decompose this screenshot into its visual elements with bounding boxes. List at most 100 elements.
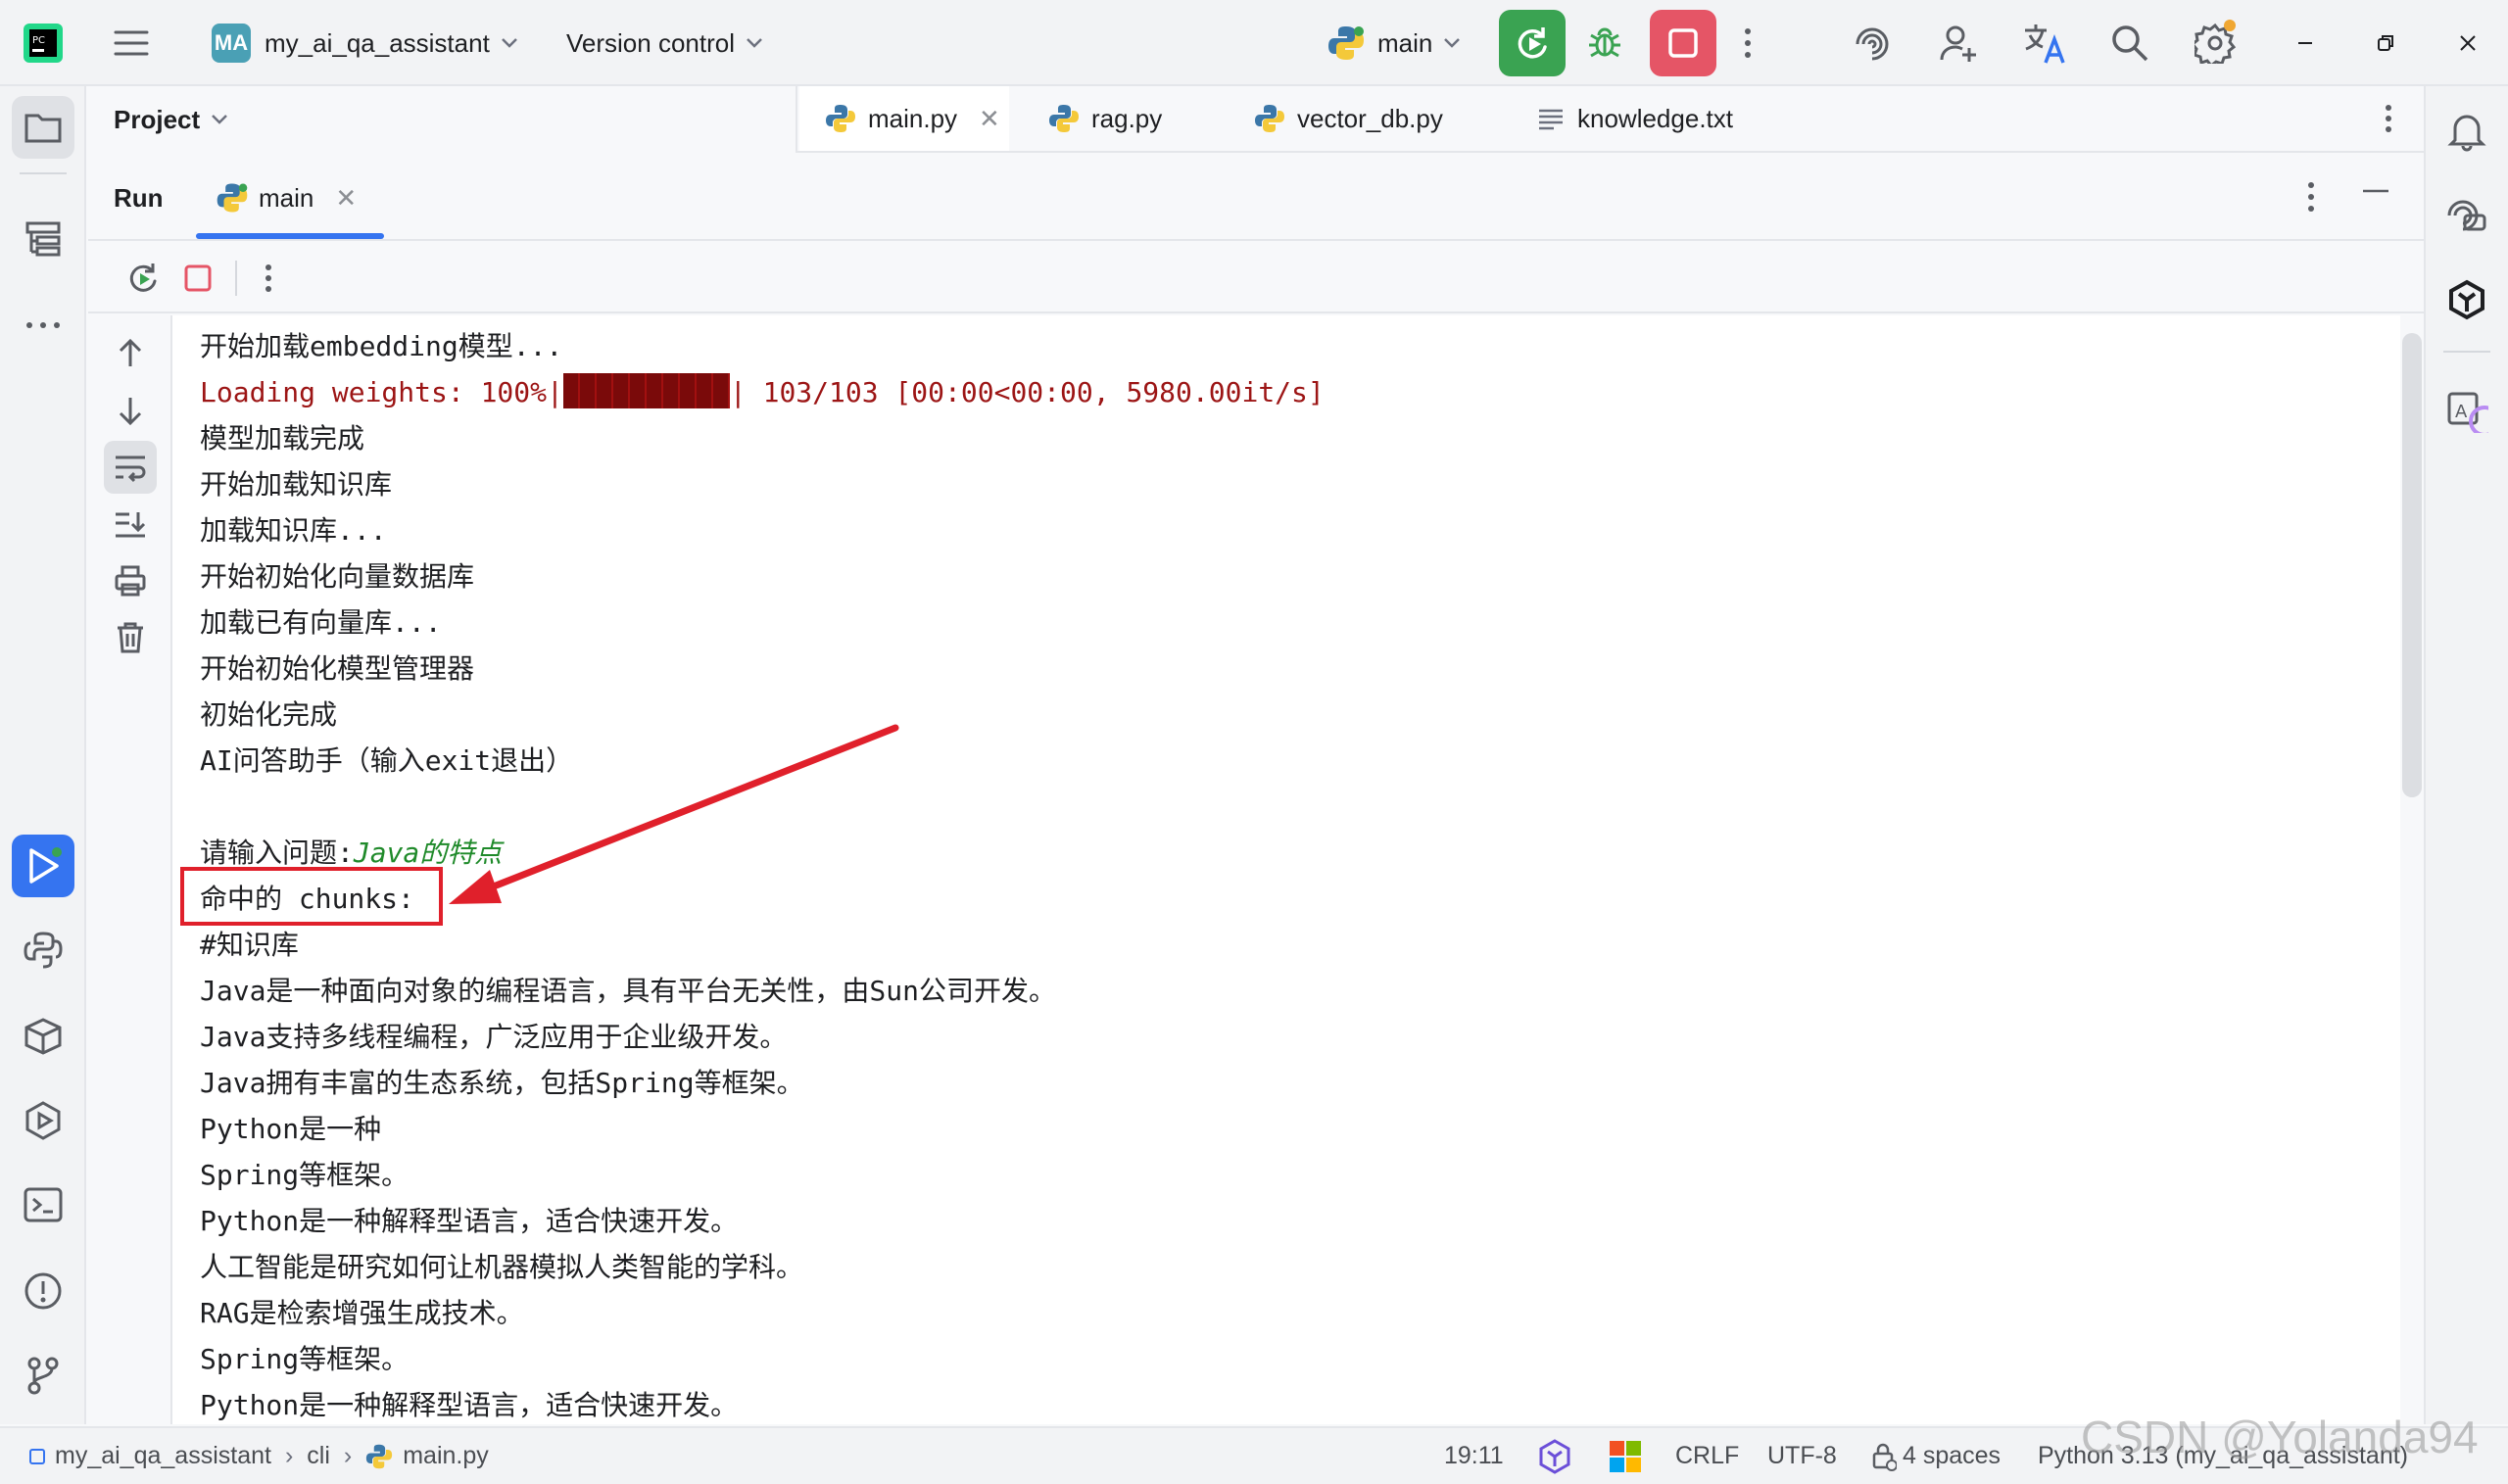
svg-text:A: A	[2455, 402, 2468, 422]
console-line: 模型加载完成	[200, 422, 365, 455]
breadcrumb: my_ai_qa_assistant › cli › main.py	[29, 1428, 489, 1484]
text-file-icon	[1536, 104, 1566, 133]
console-line: 初始化完成	[200, 698, 338, 731]
terminal-icon[interactable]	[12, 1173, 74, 1236]
more-run-actions-icon[interactable]	[241, 251, 296, 306]
python-console-icon[interactable]	[12, 919, 74, 981]
console-line: 开始加载知识库	[200, 468, 393, 501]
breadcrumb-folder[interactable]: cli	[307, 1442, 330, 1470]
python-file-icon	[1254, 103, 1285, 134]
minimize-icon[interactable]	[2291, 0, 2320, 86]
project-tool-icon[interactable]	[12, 96, 74, 159]
close-window-icon[interactable]	[2453, 0, 2483, 86]
console-line: Python是一种解释型语言，适合快速开发。	[200, 1205, 739, 1237]
run-tab-main[interactable]: main ✕	[196, 155, 384, 241]
tab-actions-icon[interactable]	[2369, 86, 2408, 151]
print-icon[interactable]	[104, 554, 157, 607]
rerun-button-wrapper	[1499, 0, 1566, 86]
python-icon	[216, 181, 249, 215]
chevron-down-icon	[210, 113, 229, 126]
git-icon[interactable]	[12, 1344, 74, 1407]
console-line: 开始初始化向量数据库	[200, 560, 475, 593]
editor-tab-label: knowledge.txt	[1577, 103, 1733, 133]
breadcrumb-file[interactable]: main.py	[403, 1442, 489, 1470]
editor-tab-label: vector_db.py	[1297, 103, 1443, 133]
plugin-logo-icon[interactable]	[2436, 268, 2498, 331]
console-line: Spring等框架。	[200, 1159, 410, 1191]
file-encoding[interactable]: UTF-8	[1767, 1428, 1837, 1484]
console-line: Spring等框架。	[200, 1343, 410, 1375]
python-file-icon	[825, 103, 856, 134]
main-menu-icon[interactable]	[112, 0, 151, 86]
console-line: Python是一种	[200, 1113, 382, 1145]
soft-wrap-icon[interactable]	[104, 441, 157, 494]
more-actions-icon[interactable]	[1742, 0, 1754, 86]
version-control-menu[interactable]: Version control	[566, 0, 764, 86]
services-icon[interactable]	[12, 1089, 74, 1152]
user-input-text: Java的特点	[353, 837, 503, 869]
run-config-selector[interactable]: main	[1326, 0, 1462, 86]
editor-tab-vector-db-py[interactable]: vector_db.py	[1254, 86, 1443, 151]
console-line: 加载知识库...	[200, 514, 387, 547]
rerun-icon[interactable]	[116, 251, 170, 306]
line-separator[interactable]: CRLF	[1675, 1428, 1739, 1484]
console-scrollbar[interactable]	[2402, 333, 2422, 797]
input-prompt: 请输入问题:	[200, 837, 354, 869]
debug-icon[interactable]	[1585, 0, 1624, 86]
arrow-down-icon[interactable]	[104, 384, 157, 437]
more-tools-icon[interactable]	[12, 294, 74, 357]
console-line: 加载已有向量库...	[200, 606, 442, 639]
run-window-title: Run	[114, 182, 164, 213]
settings-gear-icon[interactable]	[2194, 0, 2236, 86]
run-tool-icon[interactable]	[12, 835, 74, 897]
stop-icon[interactable]	[170, 251, 225, 306]
translate-icon[interactable]	[2022, 0, 2067, 86]
pycharm-logo-icon[interactable]: PC	[22, 0, 65, 86]
hide-panel-icon[interactable]	[2361, 188, 2390, 194]
run-config-label: main	[1377, 27, 1433, 58]
console-line: #知识库	[200, 929, 299, 961]
stop-button[interactable]	[1650, 10, 1716, 76]
stderr-prefix: Loading weights: 100%|	[200, 376, 563, 408]
translation-plugin-icon[interactable]: A	[2436, 380, 2498, 443]
windows-logo-icon[interactable]	[1609, 1428, 1642, 1484]
run-options-icon[interactable]	[2306, 180, 2316, 214]
scroll-to-end-icon[interactable]	[104, 498, 157, 551]
active-tab-indicator	[196, 233, 384, 239]
structure-tool-icon[interactable]	[12, 208, 74, 270]
rerun-button[interactable]	[1499, 10, 1566, 76]
project-panel-header[interactable]: Project	[88, 86, 796, 153]
python-file-icon	[365, 1443, 393, 1470]
console-line: RAG是检索增强生成技术。	[200, 1297, 524, 1329]
ai-plugin-status-icon[interactable]	[1536, 1428, 1573, 1484]
breadcrumb-project[interactable]: my_ai_qa_assistant	[55, 1442, 271, 1470]
console-line-stderr: Loading weights: 100%| | 103/103 [00:00<0…	[200, 369, 1325, 415]
ai-chat-icon[interactable]	[2436, 184, 2498, 247]
problems-icon[interactable]	[12, 1260, 74, 1322]
project-selector[interactable]: MA my_ai_qa_assistant	[212, 0, 519, 86]
editor-tab-label: rag.py	[1091, 103, 1163, 133]
notifications-bell-icon[interactable]	[2436, 100, 2498, 163]
python-packages-icon[interactable]	[12, 1005, 74, 1068]
ai-assistant-icon[interactable]	[1852, 0, 1893, 86]
python-icon	[1326, 24, 1366, 63]
close-tab-icon[interactable]: ✕	[979, 104, 1000, 134]
indent-setting[interactable]: 4 spaces	[1871, 1428, 2001, 1484]
arrow-up-icon[interactable]	[104, 327, 157, 380]
project-badge: MA	[212, 24, 251, 63]
console-output[interactable]: 开始加载embedding模型... Loading weights: 100%…	[172, 315, 2400, 1424]
trash-icon[interactable]	[104, 611, 157, 664]
chevron-right-icon: ›	[343, 1442, 353, 1469]
console-line: 开始初始化模型管理器	[200, 652, 475, 685]
add-user-icon[interactable]	[1938, 0, 1979, 86]
editor-tab-main-py[interactable]: main.py ✕	[799, 86, 1009, 151]
restore-window-icon[interactable]	[2371, 0, 2400, 86]
close-tab-icon[interactable]: ✕	[335, 183, 357, 214]
run-tab-label: main	[259, 182, 314, 213]
editor-tabs: main.py ✕ rag.py vector_db.py knowledge.…	[796, 86, 2424, 153]
lock-icon	[1871, 1442, 1897, 1471]
editor-tab-knowledge-txt[interactable]: knowledge.txt	[1536, 86, 1733, 151]
search-icon[interactable]	[2110, 0, 2149, 86]
caret-position[interactable]: 19:11	[1444, 1428, 1504, 1484]
editor-tab-rag-py[interactable]: rag.py	[1048, 86, 1162, 151]
